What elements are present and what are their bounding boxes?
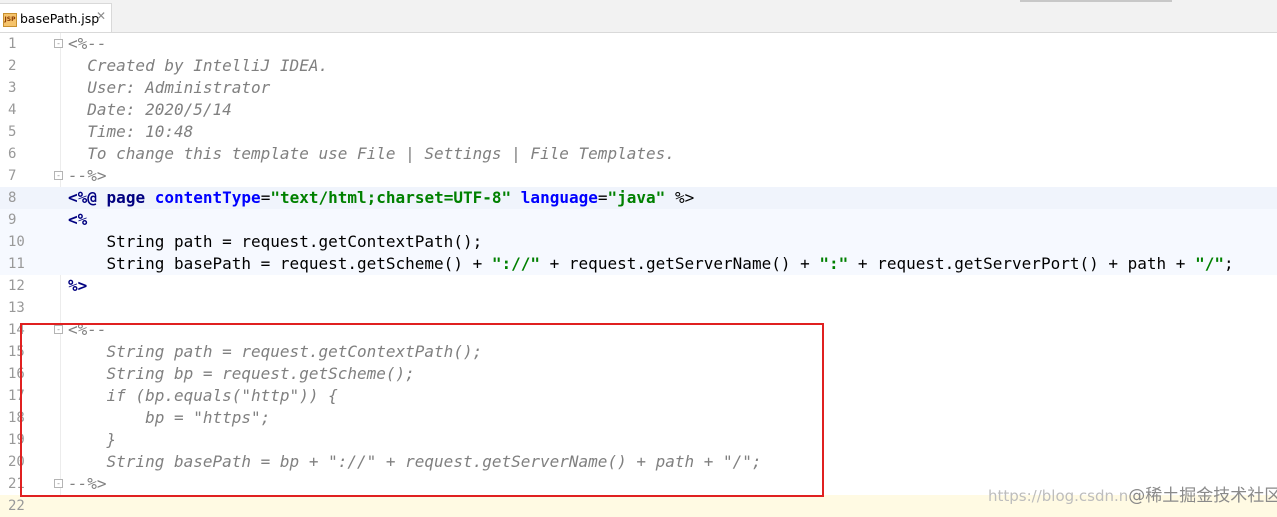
code-line: 17 if (bp.equals("http")) { bbox=[0, 385, 1277, 407]
attribute-name: language bbox=[520, 188, 598, 207]
code-text: <%@ page contentType="text/html;charset=… bbox=[68, 187, 694, 209]
line-number: 20 bbox=[8, 454, 25, 470]
code-line: 5 Time: 10:48 bbox=[0, 121, 1277, 143]
line-number: 16 bbox=[8, 366, 25, 382]
line-number: 4 bbox=[8, 102, 17, 118]
line-number: 18 bbox=[8, 410, 25, 426]
directive-open: <%@ bbox=[68, 188, 97, 207]
jsp-file-icon: JSP bbox=[3, 13, 17, 27]
code-text: --%> bbox=[68, 474, 107, 493]
line-number: 17 bbox=[8, 388, 25, 404]
attribute-name: contentType bbox=[154, 188, 261, 207]
code-line: 2 Created by IntelliJ IDEA. bbox=[0, 55, 1277, 77]
code-line: 7 - --%> bbox=[0, 165, 1277, 187]
line-number: 5 bbox=[8, 124, 17, 140]
fold-icon[interactable]: - bbox=[54, 325, 63, 334]
code-text: String bp = request.getScheme(); bbox=[68, 364, 415, 383]
attribute-value: "text/html;charset=UTF-8" bbox=[270, 188, 512, 207]
code-text: bp = "https"; bbox=[68, 408, 271, 427]
code-line: 18 bp = "https"; bbox=[0, 407, 1277, 429]
code-line: 15 String path = request.getContextPath(… bbox=[0, 341, 1277, 363]
code-text: <%-- bbox=[68, 320, 107, 339]
line-number: 10 bbox=[8, 234, 25, 250]
equals-sign: = bbox=[260, 188, 271, 207]
watermark-url: https://blog.csdn.n bbox=[988, 487, 1129, 505]
code-segment: + request.getServerPort() + path + bbox=[848, 254, 1196, 273]
code-text: To change this template use File | Setti… bbox=[68, 144, 675, 163]
tab-basepath-jsp[interactable]: JSP basePath.jsp ✕ bbox=[0, 3, 112, 32]
directive-keyword: page bbox=[106, 188, 146, 207]
code-line: 9 <% bbox=[0, 209, 1277, 231]
code-line: 12 %> bbox=[0, 275, 1277, 297]
equals-sign: = bbox=[597, 188, 608, 207]
line-number: 9 bbox=[8, 212, 17, 228]
line-number: 11 bbox=[8, 256, 25, 272]
code-text: --%> bbox=[68, 166, 107, 185]
line-number: 22 bbox=[8, 498, 25, 514]
code-line: 4 Date: 2020/5/14 bbox=[0, 99, 1277, 121]
code-line: 20 String basePath = bp + "://" + reques… bbox=[0, 451, 1277, 473]
line-number: 13 bbox=[8, 300, 25, 316]
code-text: String path = request.getContextPath(); bbox=[68, 232, 483, 251]
line-number: 19 bbox=[8, 432, 25, 448]
watermark-author: @稀土掘金技术社区 bbox=[1128, 486, 1277, 506]
code-line: 19 } bbox=[0, 429, 1277, 451]
code-text: User: Administrator bbox=[68, 78, 271, 97]
line-number: 2 bbox=[8, 58, 17, 74]
code-text: String basePath = request.getScheme() + … bbox=[68, 253, 1234, 275]
tab-label: basePath.jsp bbox=[20, 11, 100, 26]
top-scroll-indicator bbox=[1020, 0, 1172, 2]
code-line: 10 String path = request.getContextPath(… bbox=[0, 231, 1277, 253]
code-line: 16 String bp = request.getScheme(); bbox=[0, 363, 1277, 385]
code-text: if (bp.equals("http")) { bbox=[68, 386, 338, 405]
string-literal: "/" bbox=[1195, 254, 1224, 273]
code-text: } bbox=[68, 430, 117, 449]
line-number: 12 bbox=[8, 278, 25, 294]
code-text: %> bbox=[68, 276, 88, 295]
editor-tab-bar: JSP basePath.jsp ✕ bbox=[0, 0, 1277, 33]
code-segment: + request.getServerName() + bbox=[540, 254, 820, 273]
line-number: 8 bbox=[8, 190, 17, 206]
code-text: <% bbox=[68, 210, 88, 229]
code-segment: String basePath = request.getScheme() + bbox=[68, 254, 492, 273]
line-number: 7 bbox=[8, 168, 17, 184]
watermark: https://blog.csdn.n@稀土掘金技术社区 bbox=[988, 481, 1277, 506]
line-number: 1 bbox=[8, 36, 17, 52]
code-line: 13 bbox=[0, 297, 1277, 319]
line-number: 3 bbox=[8, 80, 17, 96]
code-text: String path = request.getContextPath(); bbox=[68, 342, 483, 361]
close-icon[interactable]: ✕ bbox=[96, 9, 106, 23]
code-text: Created by IntelliJ IDEA. bbox=[68, 56, 329, 75]
line-number: 21 bbox=[8, 476, 25, 492]
code-text: Date: 2020/5/14 bbox=[68, 100, 232, 119]
code-line: 8 <%@ page contentType="text/html;charse… bbox=[0, 187, 1277, 209]
string-literal: "://" bbox=[491, 254, 541, 273]
line-number: 14 bbox=[8, 322, 25, 338]
fold-icon[interactable]: - bbox=[54, 39, 63, 48]
code-segment: ; bbox=[1223, 254, 1234, 273]
fold-icon[interactable]: - bbox=[54, 479, 63, 488]
fold-icon[interactable]: - bbox=[54, 171, 63, 180]
code-text: String basePath = bp + "://" + request.g… bbox=[68, 452, 762, 471]
code-line: 11 String basePath = request.getScheme()… bbox=[0, 253, 1277, 275]
code-editor[interactable]: 1 - <%-- 2 Created by IntelliJ IDEA. 3 U… bbox=[0, 33, 1277, 517]
code-text: <%-- bbox=[68, 34, 107, 53]
line-number: 15 bbox=[8, 344, 25, 360]
attribute-value: "java" bbox=[607, 188, 666, 207]
code-line: 6 To change this template use File | Set… bbox=[0, 143, 1277, 165]
code-line: 1 - <%-- bbox=[0, 33, 1277, 55]
string-literal: ":" bbox=[819, 254, 849, 273]
code-text: Time: 10:48 bbox=[68, 122, 194, 141]
directive-close: %> bbox=[674, 188, 695, 207]
line-number: 6 bbox=[8, 146, 17, 162]
code-line: 3 User: Administrator bbox=[0, 77, 1277, 99]
code-line: 14 - <%-- bbox=[0, 319, 1277, 341]
